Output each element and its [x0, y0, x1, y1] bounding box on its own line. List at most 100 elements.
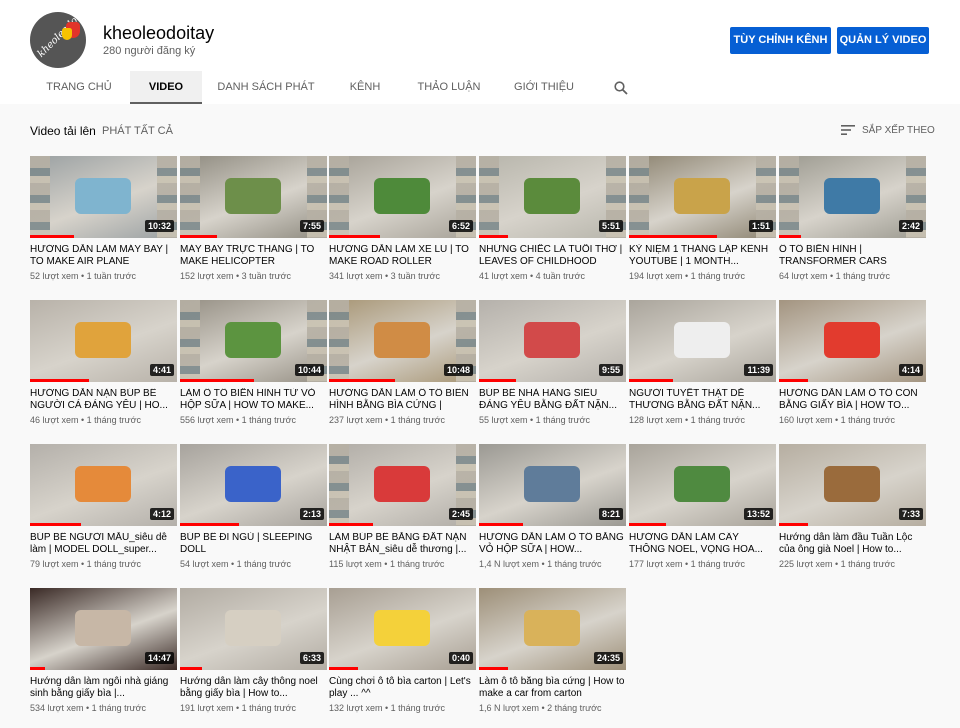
video-thumbnail[interactable]: 5:51: [479, 156, 626, 238]
video-title[interactable]: Hướng dẫn làm cây thông noel bằng giấy b…: [180, 676, 327, 700]
video-card[interactable]: 10:32 HƯỚNG DẪN LÀM MÁY BAY | TO MAKE AIR…: [30, 156, 177, 286]
video-thumbnail[interactable]: 6:52: [329, 156, 476, 238]
meta-separator: •: [827, 271, 836, 281]
video-title[interactable]: NGƯỜI TUYẾT THẬT DỄ THƯƠNG BẰNG ĐẤT NẶN.…: [629, 388, 776, 412]
video-title[interactable]: HƯỚNG DẪN LÀM XE LU | TO MAKE ROAD ROLLE…: [329, 244, 476, 268]
video-card[interactable]: 9:55 BÚP BÊ NHÀ HÀNG SIÊU ĐÁNG YÊU BẰNG Đ…: [479, 300, 626, 430]
video-card[interactable]: 6:52 HƯỚNG DẪN LÀM XE LU | TO MAKE ROAD R…: [329, 156, 476, 286]
video-card[interactable]: 11:39 NGƯỜI TUYẾT THẬT DỄ THƯƠNG BẰNG ĐẤT…: [629, 300, 776, 430]
video-metadata: 160 lượt xem • 1 tháng trước: [779, 415, 926, 425]
video-card[interactable]: 4:41 HƯỚNG DẪN NẶN BÚP BÊ NGƯỜI CÁ ĐÁNG Y…: [30, 300, 177, 430]
video-duration: 1:51: [748, 220, 773, 232]
thumbnail-subject: [674, 322, 730, 358]
video-thumbnail[interactable]: 10:48: [329, 300, 476, 382]
manage-videos-button[interactable]: QUẢN LÝ VIDEO: [837, 27, 929, 54]
video-metadata: 52 lượt xem • 1 tuần trước: [30, 271, 177, 281]
tab-playlists[interactable]: DANH SÁCH PHÁT: [210, 71, 322, 104]
video-duration: 5:51: [598, 220, 623, 232]
video-title[interactable]: HƯỚNG DẪN LÀM CÂY THÔNG NOEL, VỌNG HOA..…: [629, 532, 776, 556]
tab-discussion[interactable]: THẢO LUẬN: [408, 71, 490, 104]
view-count: 191 lượt xem: [180, 703, 234, 713]
video-title[interactable]: Hướng dẫn làm đầu Tuần Lộc của ông già N…: [779, 532, 926, 556]
video-thumbnail[interactable]: 2:45: [329, 444, 476, 526]
video-title[interactable]: Ô TÔ BIẾN HÌNH | TRANSFORMER CARS: [779, 244, 926, 268]
video-title[interactable]: BÚP BÊ ĐI NGỦ | SLEEPING DOLL: [180, 532, 327, 556]
video-card[interactable]: 10:44 LÀM Ô TÔ BIẾN HÌNH TỪ VỎ HỘP SỮA | …: [180, 300, 327, 430]
video-duration: 10:32: [144, 220, 174, 232]
video-title[interactable]: BÚP BÊ NGƯỜI MẪU_siêu dễ làm | MODEL DOL…: [30, 532, 177, 556]
customize-channel-button[interactable]: TÙY CHỈNH KÊNH: [730, 27, 831, 54]
video-card[interactable]: 5:51 NHỮNG CHIẾC LÁ TUỔI THƠ | LEAVES OF …: [479, 156, 626, 286]
tab-videos[interactable]: VIDEO: [130, 71, 202, 104]
sort-icon[interactable]: [841, 124, 855, 136]
video-thumbnail[interactable]: 9:55: [479, 300, 626, 382]
video-thumbnail[interactable]: 1:51: [629, 156, 776, 238]
video-duration: 2:45: [448, 508, 473, 520]
video-card[interactable]: 0:40 Cùng chơi ô tô bìa carton | Let's pl…: [329, 588, 476, 718]
watch-progress-bar: [629, 235, 718, 238]
video-thumbnail[interactable]: 11:39: [629, 300, 776, 382]
video-card[interactable]: 10:48 HƯỚNG DẪN LÀM Ô TÔ BIÊN HÌNH BẰNG B…: [329, 300, 476, 430]
video-thumbnail[interactable]: 4:12: [30, 444, 177, 526]
sort-by-button[interactable]: SẮP XẾP THEO: [862, 125, 935, 136]
channel-tabs: TRANG CHỦ VIDEO DANH SÁCH PHÁT KÊNH THẢO…: [0, 71, 960, 104]
thumbnail-collage-strip: [30, 156, 50, 238]
video-card[interactable]: 2:13 BÚP BÊ ĐI NGỦ | SLEEPING DOLL 54 lượt…: [180, 444, 327, 574]
channel-avatar[interactable]: kheoleodoitay: [30, 12, 86, 68]
video-card[interactable]: 13:52 HƯỚNG DẪN LÀM CÂY THÔNG NOEL, VỌNG …: [629, 444, 776, 574]
video-title[interactable]: NHỮNG CHIẾC LÁ TUỔI THƠ | LEAVES OF CHIL…: [479, 244, 626, 268]
video-title[interactable]: HƯỚNG DẪN LÀM Ô TÔ CON BẰNG GIẤY BÌA | H…: [779, 388, 926, 412]
video-thumbnail[interactable]: 10:44: [180, 300, 327, 382]
watch-progress-bar: [180, 235, 217, 238]
watch-progress-bar: [779, 523, 809, 526]
video-thumbnail[interactable]: 2:13: [180, 444, 327, 526]
video-title[interactable]: HƯỚNG DẪN NẶN BÚP BÊ NGƯỜI CÁ ĐÁNG YÊU |…: [30, 388, 177, 412]
video-card[interactable]: 4:12 BÚP BÊ NGƯỜI MẪU_siêu dễ làm | MODEL…: [30, 444, 177, 574]
video-thumbnail[interactable]: 14:47: [30, 588, 177, 670]
video-title[interactable]: HƯỚNG DẪN LÀM Ô TÔ BIÊN HÌNH BẰNG BÌA CỨ…: [329, 388, 476, 412]
video-card[interactable]: 1:51 KỶ NIỆM 1 THÁNG LẬP KÊNH YOUTUBE | 1…: [629, 156, 776, 286]
tab-channels[interactable]: KÊNH: [332, 71, 398, 104]
video-title[interactable]: LÀM BÚP BÊ BẰNG ĐẤT NẶN NHẬT BẢN_siêu dễ…: [329, 532, 476, 556]
video-metadata: 556 lượt xem • 1 tháng trước: [180, 415, 327, 425]
video-title[interactable]: KỶ NIỆM 1 THÁNG LẬP KÊNH YOUTUBE | 1 MON…: [629, 244, 776, 268]
search-icon[interactable]: [614, 81, 628, 95]
video-card[interactable]: 14:47 Hướng dẫn làm ngôi nhà giáng sinh b…: [30, 588, 177, 718]
play-all-button[interactable]: PHÁT TẤT CẢ: [102, 125, 173, 137]
video-title[interactable]: Làm ô tô bằng bìa cứng | How to make a c…: [479, 676, 626, 700]
video-title[interactable]: Cùng chơi ô tô bìa carton | Let's play .…: [329, 676, 476, 700]
video-card[interactable]: 7:33 Hướng dẫn làm đầu Tuần Lộc của ông g…: [779, 444, 926, 574]
video-thumbnail[interactable]: 0:40: [329, 588, 476, 670]
video-card[interactable]: 8:21 HƯỚNG DẪN LÀM Ô TÔ BẰNG VỎ HỘP SỮA |…: [479, 444, 626, 574]
video-thumbnail[interactable]: 2:42: [779, 156, 926, 238]
video-metadata: 1,6 N lượt xem • 2 tháng trước: [479, 703, 626, 713]
video-title[interactable]: HƯỚNG DẪN LÀM Ô TÔ BẰNG VỎ HỘP SỮA | HOW…: [479, 532, 626, 556]
video-thumbnail[interactable]: 4:14: [779, 300, 926, 382]
video-card[interactable]: 2:42 Ô TÔ BIẾN HÌNH | TRANSFORMER CARS 64 …: [779, 156, 926, 286]
video-card[interactable]: 7:55 MÁY BAY TRỰC THĂNG | TO MAKE HELICOP…: [180, 156, 327, 286]
video-card[interactable]: 24:35 Làm ô tô bằng bìa cứng | How to mak…: [479, 588, 626, 718]
video-thumbnail[interactable]: 8:21: [479, 444, 626, 526]
subscriber-count: 280 người đăng ký: [103, 45, 196, 57]
video-metadata: 128 lượt xem • 1 tháng trước: [629, 415, 776, 425]
video-card[interactable]: 4:14 HƯỚNG DẪN LÀM Ô TÔ CON BẰNG GIẤY BÌA…: [779, 300, 926, 430]
video-thumbnail[interactable]: 10:32: [30, 156, 177, 238]
tab-about[interactable]: GIỚI THIỆU: [500, 71, 588, 104]
video-title[interactable]: MÁY BAY TRỰC THĂNG | TO MAKE HELICOPTER: [180, 244, 327, 268]
tab-home[interactable]: TRANG CHỦ: [30, 71, 128, 104]
video-thumbnail[interactable]: 4:41: [30, 300, 177, 382]
video-title[interactable]: Hướng dẫn làm ngôi nhà giáng sinh bằng g…: [30, 676, 177, 700]
video-title[interactable]: HƯỚNG DẪN LÀM MÁY BAY | TO MAKE AIR PLAN…: [30, 244, 177, 268]
video-thumbnail[interactable]: 13:52: [629, 444, 776, 526]
video-card[interactable]: 2:45 LÀM BÚP BÊ BẰNG ĐẤT NẶN NHẬT BẢN_siê…: [329, 444, 476, 574]
video-title[interactable]: BÚP BÊ NHÀ HÀNG SIÊU ĐÁNG YÊU BẰNG ĐẤT N…: [479, 388, 626, 412]
thumbnail-subject: [75, 466, 131, 502]
video-thumbnail[interactable]: 7:55: [180, 156, 327, 238]
video-title[interactable]: LÀM Ô TÔ BIẾN HÌNH TỪ VỎ HỘP SỮA | HOW T…: [180, 388, 327, 412]
video-card[interactable]: 6:33 Hướng dẫn làm cây thông noel bằng gi…: [180, 588, 327, 718]
view-count: 341 lượt xem: [329, 271, 383, 281]
video-thumbnail[interactable]: 7:33: [779, 444, 926, 526]
video-thumbnail[interactable]: 6:33: [180, 588, 327, 670]
video-thumbnail[interactable]: 24:35: [479, 588, 626, 670]
meta-separator: •: [78, 559, 87, 569]
